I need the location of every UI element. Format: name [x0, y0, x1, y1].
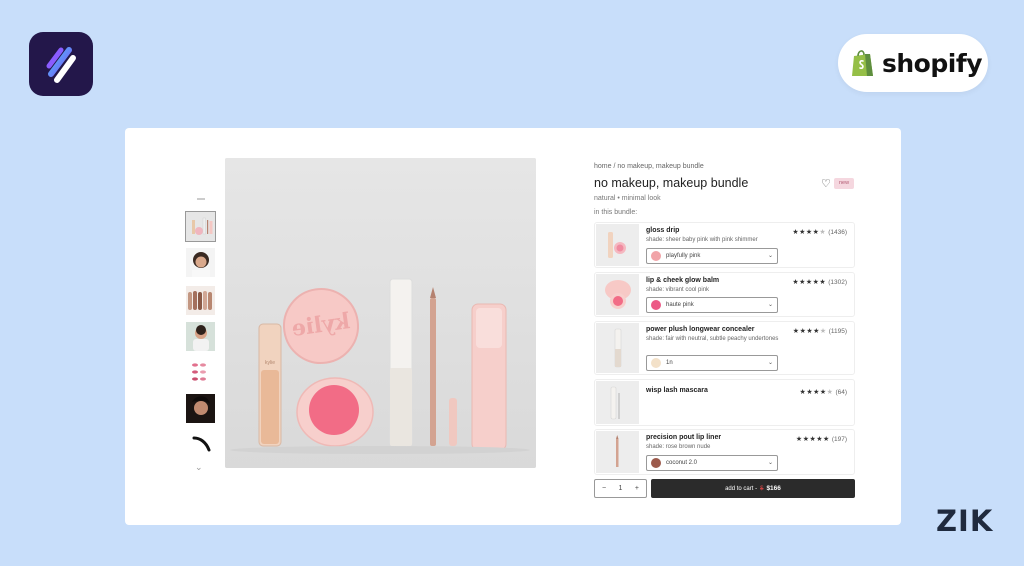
- thumbnail-6[interactable]: [186, 394, 215, 423]
- shade-select[interactable]: 1n ⌄: [646, 355, 778, 371]
- stars-icon: ★★★★★: [792, 328, 827, 335]
- bundle-item-lip-liner: precision pout lip liner shade: rose bro…: [594, 429, 855, 475]
- increase-quantity-button[interactable]: +: [635, 485, 639, 492]
- quantity-stepper: − 1 +: [594, 479, 647, 498]
- review-count: (1195): [828, 327, 847, 335]
- item-image: [596, 323, 639, 373]
- add-to-cart-button[interactable]: add to cart - $ $166: [651, 479, 855, 498]
- stars-icon: ★★★★★: [792, 229, 827, 236]
- quantity-value[interactable]: 1: [619, 485, 623, 492]
- chevron-down-icon: ⌄: [767, 302, 773, 308]
- shade-swatch: [651, 458, 661, 468]
- shade-select[interactable]: haute pink ⌄: [646, 297, 778, 313]
- thumbs-scroll-up[interactable]: [197, 198, 205, 200]
- heart-icon[interactable]: ♡: [821, 177, 831, 190]
- item-name: gloss drip: [646, 227, 680, 234]
- shopify-bag-icon: [852, 50, 873, 76]
- item-image: [596, 431, 639, 473]
- thumbnail-4[interactable]: [186, 322, 215, 351]
- thumbnail-5[interactable]: [186, 358, 215, 387]
- thumbnail-1[interactable]: [185, 211, 216, 242]
- stars-icon: ★★★★★: [792, 279, 827, 286]
- item-rating: ★★★★★ (1302): [792, 278, 847, 287]
- bundle-item-glow-balm: lip & cheek glow balm shade: vibrant coo…: [594, 272, 855, 317]
- add-to-cart-label: add to cart -: [725, 485, 758, 492]
- zik-logo: ZIK: [936, 504, 994, 538]
- bundle-item-gloss-drip: gloss drip shade: sheer baby pink with p…: [594, 222, 855, 268]
- chevron-down-icon: ⌄: [767, 360, 773, 366]
- shade-select-value: coconut 2.0: [666, 460, 698, 466]
- decrease-quantity-button[interactable]: −: [602, 485, 606, 492]
- shade-select[interactable]: playfully pink ⌄: [646, 248, 778, 264]
- item-shade: shade: rose brown nude: [646, 444, 711, 450]
- item-rating: ★★★★★ (197): [795, 435, 847, 444]
- chevron-down-icon: ⌄: [767, 460, 773, 466]
- app-logo: [29, 32, 93, 96]
- item-name: precision pout lip liner: [646, 434, 722, 441]
- shade-swatch: [651, 358, 661, 368]
- thumbnail-3[interactable]: [186, 286, 215, 315]
- review-count: (197): [831, 435, 847, 443]
- item-rating: ★★★★★ (1436): [792, 228, 847, 237]
- app-logo-icon: [46, 47, 76, 83]
- review-count: (64): [835, 388, 847, 396]
- item-rating: ★★★★★ (1195): [792, 327, 847, 336]
- thumbnail-7[interactable]: [186, 432, 215, 454]
- shade-select[interactable]: coconut 2.0 ⌄: [646, 455, 778, 471]
- shade-swatch: [651, 300, 661, 310]
- item-name: power plush longwear concealer: [646, 326, 755, 333]
- item-image: [596, 274, 639, 315]
- shopify-wordmark: shopify: [882, 48, 983, 78]
- status-badge: new: [834, 178, 854, 189]
- shade-select-value: playfully pink: [666, 253, 701, 259]
- stars-icon: ★★★★★: [795, 436, 830, 443]
- shade-swatch: [651, 251, 661, 261]
- chevron-down-icon[interactable]: ⌄: [195, 462, 203, 473]
- item-rating: ★★★★★ (64): [799, 388, 847, 397]
- review-count: (1302): [828, 278, 847, 286]
- item-shade: shade: fair with neutral, subtle peachy …: [646, 336, 779, 342]
- item-image: [596, 381, 639, 424]
- shade-select-value: haute pink: [666, 302, 694, 308]
- product-subtitle: natural • minimal look: [594, 195, 661, 202]
- breadcrumb[interactable]: home / no makeup, makeup bundle: [594, 163, 704, 170]
- item-name: wisp lash mascara: [646, 387, 708, 394]
- product-panel: ⌄ kylie kylie home / no makeup, makeup b…: [125, 128, 901, 525]
- review-count: (1436): [828, 228, 847, 236]
- shade-select-value: 1n: [666, 360, 673, 366]
- shopify-logo: shopify: [838, 34, 988, 92]
- hero-product-image: kylie kylie: [225, 158, 536, 468]
- svg-text:kylie: kylie: [265, 360, 275, 366]
- bundle-label: in this bundle:: [594, 209, 638, 216]
- old-price: $: [760, 485, 764, 492]
- item-shade: shade: sheer baby pink with pink shimmer: [646, 237, 758, 243]
- chevron-down-icon: ⌄: [767, 253, 773, 259]
- stars-icon: ★★★★★: [799, 389, 834, 396]
- item-name: lip & cheek glow balm: [646, 277, 720, 284]
- page-title: no makeup, makeup bundle: [594, 176, 749, 190]
- item-image: [596, 224, 639, 266]
- bundle-item-mascara: wisp lash mascara ★★★★★ (64): [594, 379, 855, 426]
- thumbnail-2[interactable]: [186, 248, 215, 277]
- price: $166: [766, 485, 781, 492]
- item-shade: shade: vibrant cool pink: [646, 287, 710, 293]
- bundle-item-concealer: power plush longwear concealer shade: fa…: [594, 321, 855, 375]
